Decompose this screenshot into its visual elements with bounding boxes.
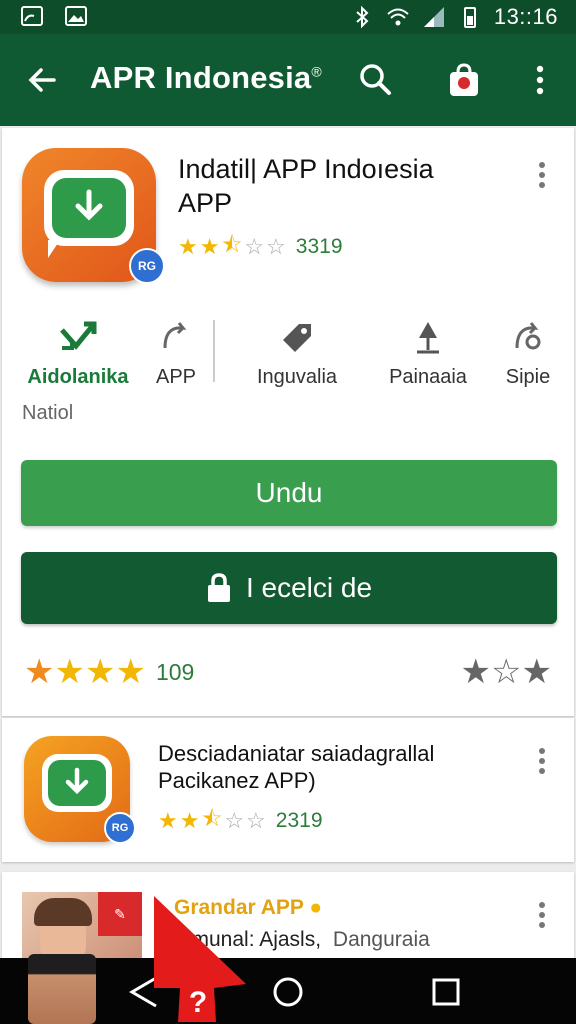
battery-icon	[463, 7, 476, 28]
app-rating: ★ ★ ⯪ ☆ ☆ 2319	[158, 802, 323, 840]
star-icon: ★	[178, 234, 198, 259]
star-icon: ★	[158, 808, 178, 833]
sub-label: Natiol	[22, 402, 74, 424]
tag-icon	[283, 324, 311, 352]
star-empty-icon: ☆	[244, 234, 265, 259]
rating-count: 3319	[295, 235, 343, 258]
app-list-item[interactable]: ✎ Grandar APP ● mmunal: Ajasls, Dangurai…	[2, 872, 574, 962]
svg-text:?: ?	[189, 986, 207, 1019]
star-icon: ★	[54, 653, 85, 691]
wifi-icon	[387, 8, 409, 26]
app-title: Desciadaniatar saiadagrallal Pacikanez A…	[158, 741, 435, 793]
secure-button[interactable]: I ecelci de	[21, 552, 557, 624]
half-star-icon: ⯪	[221, 232, 243, 257]
card-menu-icon[interactable]	[539, 744, 545, 778]
category-app[interactable]: APP	[148, 320, 204, 389]
card-menu-icon[interactable]	[539, 898, 545, 932]
star-empty-icon: ☆	[491, 653, 522, 691]
category-sipie[interactable]: Sipie	[496, 320, 560, 389]
share-arrow-icon	[515, 322, 541, 350]
person-avatar	[28, 954, 96, 1024]
star-icon: ★	[179, 808, 200, 833]
app-rating: ★ ★ ⯪ ☆ ☆ 3319	[178, 228, 343, 266]
share-arrow-icon	[163, 322, 187, 349]
bottom-rating: ★ ★ ★ ★ 109	[24, 652, 194, 692]
category-inguvalia[interactable]: Inguvalia	[242, 320, 352, 389]
app-list-item[interactable]: RG Desciadaniatar saiadagrallal Pacikane…	[2, 718, 574, 862]
app-bar: APR Indonesia®	[0, 34, 576, 126]
clock: 13::16	[493, 4, 558, 29]
cast-icon	[21, 6, 43, 26]
status-bar: 13::16	[0, 0, 576, 34]
shopping-bag-icon[interactable]	[446, 62, 482, 98]
star-icon: ★	[199, 234, 220, 259]
app-bar-title: APR Indonesia®	[90, 60, 322, 95]
app-badge: RG	[104, 812, 136, 844]
star-icon: ★	[84, 653, 116, 691]
app-badge: RG	[129, 248, 165, 284]
rate-stars[interactable]: ★ ☆ ★	[461, 652, 552, 692]
nav-home-icon[interactable]	[270, 974, 306, 1010]
search-icon[interactable]	[358, 62, 392, 96]
nav-recents-icon[interactable]	[428, 974, 464, 1010]
signal-icon	[423, 7, 444, 27]
back-arrow-icon[interactable]	[26, 64, 58, 96]
star-empty-icon: ☆	[266, 234, 286, 259]
app-thumbnail[interactable]: ✎	[22, 892, 142, 962]
overflow-menu-icon[interactable]	[530, 64, 550, 96]
rating-count: 2319	[275, 809, 323, 832]
category-painaaia[interactable]: Painaaia	[378, 320, 478, 389]
featured-app-card[interactable]: RG Indatil| APP Indoıesia APP ★ ★ ⯪ ☆ ☆ 3319…	[2, 128, 574, 716]
star-icon: ★	[460, 653, 492, 691]
download-icon	[65, 767, 89, 795]
bluetooth-icon	[356, 5, 369, 29]
install-button[interactable]: Undu	[21, 460, 557, 526]
download-arrows-icon	[60, 321, 97, 350]
bottom-rating-count: 109	[155, 658, 195, 685]
app-title: Indatil| APP Indoıesia APP	[178, 154, 434, 218]
download-icon	[75, 189, 103, 221]
ribbon-icon: ✎	[98, 892, 142, 936]
pin-icon	[417, 322, 439, 354]
red-arrow-icon: ?	[154, 896, 246, 1022]
half-star-icon: ⯪	[201, 806, 223, 831]
category-divider	[213, 320, 215, 382]
star-empty-icon: ☆	[224, 808, 245, 833]
card-menu-icon[interactable]	[539, 158, 545, 192]
star-icon: ★	[24, 653, 55, 691]
star-icon: ★	[115, 653, 146, 691]
category-aidolanika[interactable]: Aidolanika	[18, 320, 138, 389]
image-icon	[65, 6, 87, 26]
star-empty-icon: ☆	[246, 808, 266, 833]
star-icon: ★	[521, 653, 552, 691]
lock-icon	[207, 573, 230, 602]
